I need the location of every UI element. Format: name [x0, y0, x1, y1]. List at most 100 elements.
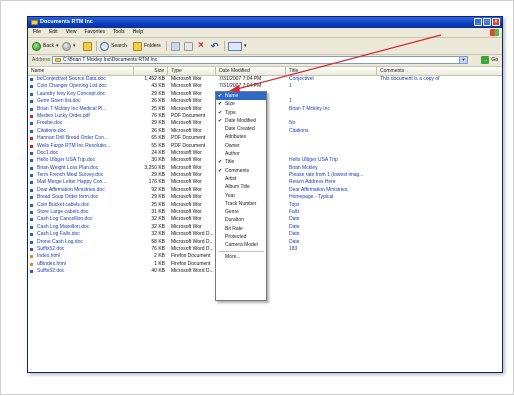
cell-type: Microsoft Wor [171, 76, 202, 82]
checkmark-icon: ✔ [218, 167, 223, 174]
menu-item-label: Title [225, 159, 235, 166]
cell-size: 32 KB [151, 223, 165, 230]
cell-type: Firefox Document [171, 260, 211, 267]
menu-item-album-title[interactable]: Album Title [216, 183, 266, 191]
search-button[interactable]: Search [100, 41, 127, 51]
cell-type: Firefox Document [171, 253, 211, 260]
cell-title: Date [289, 223, 300, 230]
menu-item-camera-model[interactable]: Camera Model [216, 241, 266, 249]
menu-item-genre[interactable]: Genre [216, 208, 266, 216]
move-to-button[interactable] [171, 41, 180, 51]
table-row[interactable]: Coin Changer Opening List.doc 43 KB Micros… [28, 83, 502, 90]
menu-item-year[interactable]: Year [216, 192, 266, 200]
column-header-title[interactable]: Title [286, 67, 377, 75]
undo-button[interactable]: ↶ [211, 41, 219, 51]
menu-item-artist[interactable]: Artist [216, 175, 266, 183]
cell-title: Tops [289, 201, 300, 208]
cell-name: Doc1.doc [37, 149, 59, 156]
up-folder-button[interactable] [83, 41, 92, 51]
forward-button[interactable]: › ▾ [62, 41, 76, 51]
menu-item-label: Artist [225, 175, 237, 182]
cell-size: 29 KB [151, 90, 165, 97]
cell-name: Suffix52.doc [37, 245, 65, 252]
search-icon [100, 41, 109, 51]
cell-size: 29 KB [151, 172, 165, 179]
cell-type: Microsoft Wor [171, 186, 202, 193]
menu-item-date-modified[interactable]: ✔ Date Modified [216, 117, 266, 125]
column-header-size[interactable]: Size [134, 67, 168, 75]
menu-help[interactable]: Help [133, 28, 143, 37]
table-row[interactable]: beConjectivet Source Data.doc 1,452 KB Mic… [28, 76, 502, 83]
menu-item-title[interactable]: ✔ Title [216, 158, 266, 166]
cell-size: 25 KB [151, 201, 165, 208]
cell-title: Hello Ulbger USA Trip [289, 157, 338, 164]
cell-name: Cash Log Cancelllon.doc [37, 216, 93, 223]
menu-tools[interactable]: Tools [113, 28, 125, 37]
column-header-comments[interactable]: Comments [377, 67, 502, 75]
back-button[interactable]: ‹ Back ▾ [32, 41, 59, 51]
minimize-button[interactable]: _ [474, 18, 482, 26]
cell-title: Dear Affirmation Ministries, [289, 186, 349, 193]
maximize-button[interactable]: □ [483, 18, 491, 26]
menu-item-type[interactable]: ✔ Type [216, 109, 266, 117]
copy-to-button[interactable] [184, 41, 193, 51]
menu-item-owner[interactable]: Owner [216, 142, 266, 150]
go-button[interactable]: → Go [481, 56, 498, 64]
menu-view[interactable]: View [66, 28, 77, 37]
menu-item-bit-rate[interactable]: Bit Rate [216, 225, 266, 233]
toolbar-separator [166, 41, 167, 51]
menu-item-name[interactable]: ✔ Name [216, 92, 266, 101]
column-header-date[interactable]: Date Modified [216, 67, 286, 75]
menu-item-date-created[interactable]: Date Created [216, 125, 266, 133]
title-bar[interactable]: Documents RTM Inc _ □ × [28, 17, 502, 28]
folders-button[interactable]: Folders [133, 41, 161, 51]
cell-size: 26 KB [151, 98, 165, 105]
cell-name: Citations.doc [37, 127, 66, 134]
menu-item-label: Type [225, 109, 236, 116]
menu-item-more[interactable]: More... [216, 253, 266, 261]
menu-item-size[interactable]: ✔ Size [216, 100, 266, 108]
menu-item-attributes[interactable]: Attributes [216, 133, 266, 141]
undo-icon: ↶ [211, 41, 219, 51]
cell-type: PDF Document [171, 112, 206, 119]
menu-item-author[interactable]: Author [216, 150, 266, 158]
cell-name: Brian T Mckley Inc Medical Pl... [37, 105, 107, 112]
cell-type: Microsoft Wor [171, 157, 202, 164]
delete-icon: × [198, 40, 204, 51]
cell-title: Return Address Here [289, 179, 336, 186]
column-header-type[interactable]: Type [168, 67, 216, 75]
menu-item-label: Owner [225, 142, 240, 149]
menu-item-duration[interactable]: Duration [216, 216, 266, 224]
cell-size: 65 KB [151, 135, 165, 142]
address-dropdown-icon[interactable]: ▼ [459, 57, 467, 63]
menu-item-label: Genre [225, 209, 239, 216]
address-bar: Address C:\Brian T Mckley Inc\Documents … [28, 55, 502, 67]
menu-edit[interactable]: Edit [49, 28, 58, 37]
menu-item-protected[interactable]: Protected [216, 233, 266, 241]
menu-favorites[interactable]: Favorites [84, 28, 105, 37]
menu-item-label: Date Modified [225, 117, 256, 124]
column-header-name[interactable]: Name [28, 67, 134, 75]
column-chooser-menu: ✔ Name ✔ Size ✔ Type ✔ Date Modified Date Create… [215, 91, 267, 301]
menu-item-comments[interactable]: ✔ Comments [216, 167, 266, 175]
address-field[interactable]: C:\Brian T Mckley Inc\Documents RTM Inc … [52, 56, 468, 64]
move-to-icon [171, 41, 180, 51]
menu-item-label: Size [225, 101, 235, 108]
cell-title: Date [289, 238, 300, 245]
close-button[interactable]: × [492, 18, 500, 26]
cell-size: 176 KB [148, 179, 165, 186]
views-dropdown-icon: ▾ [244, 43, 247, 49]
cell-type: Microsoft Word D... [171, 268, 214, 275]
cell-title: No [289, 120, 296, 127]
delete-button[interactable]: × [198, 41, 204, 51]
menu-bar: File Edit View Favorites Tools Help [28, 28, 502, 38]
cell-type: Microsoft Word D... [171, 245, 214, 252]
menu-file[interactable]: File [33, 28, 41, 37]
go-label: Go [491, 57, 498, 63]
cell-name: Cash Log Maxollon.doc [37, 223, 90, 230]
cell-size: 76 KB [151, 112, 165, 119]
back-arrow-icon: ‹ [32, 41, 41, 51]
views-button[interactable]: ▾ [228, 41, 247, 51]
checkmark-icon: ✔ [218, 101, 223, 108]
menu-item-track-number[interactable]: Track Number [216, 200, 266, 208]
